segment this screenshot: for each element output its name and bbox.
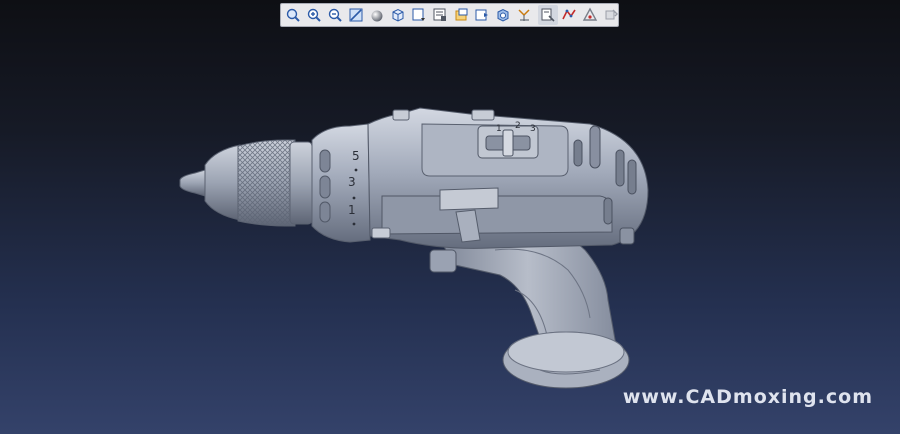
gear-number-2: 2 xyxy=(515,121,521,131)
drill-motor-housing: 1 2 3 xyxy=(367,107,649,273)
dial-number-top: 5 xyxy=(352,149,360,163)
3d-viewport[interactable]: 5 3 1 1 2 3 www.CADmoxing.com xyxy=(0,0,900,434)
watermark-text: www.CADmoxing.com xyxy=(622,386,873,408)
gear-number-3: 3 xyxy=(530,124,536,134)
dial-number-bottom: 1 xyxy=(348,203,356,217)
cordless-drill-model[interactable]: 5 3 1 1 2 3 xyxy=(0,0,900,434)
chuck-knurled-sleeve xyxy=(237,139,313,227)
battery-base xyxy=(502,331,630,389)
torque-collar: 5 3 1 xyxy=(311,123,371,243)
dial-number-middle: 3 xyxy=(348,175,356,189)
gear-selector[interactable]: 1 2 3 xyxy=(477,121,539,159)
gear-number-1: 1 xyxy=(496,124,502,134)
drill-nose-tip xyxy=(179,144,241,221)
